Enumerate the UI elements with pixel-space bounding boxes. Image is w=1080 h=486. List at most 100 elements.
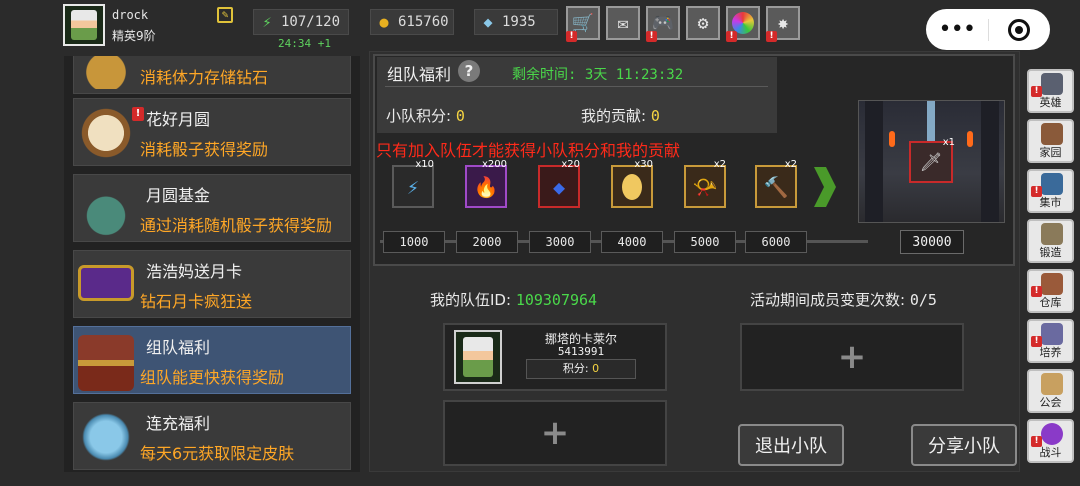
menu-item-diamond-storage[interactable]: 消耗体力存储钻石 [73, 56, 351, 94]
reward-lightning[interactable]: ⚡ x10 [392, 159, 434, 208]
anvil-icon [1041, 223, 1063, 245]
crystal-icon [78, 409, 134, 465]
team-score: 小队积分: 0 [386, 107, 465, 125]
reward-horn[interactable]: 📯 x2 [684, 159, 726, 208]
menu-item-title: 月圆基金 [146, 186, 211, 205]
portal-icon [1041, 423, 1063, 445]
help-icon[interactable]: ? [458, 60, 480, 82]
reward-hammer[interactable]: 🔨 x2 [755, 159, 797, 208]
menu-item-desc: 钻石月卡疯狂送 [140, 292, 253, 311]
gold-counter: ● 615760 [370, 9, 454, 35]
edit-icon[interactable]: ✎ [217, 7, 233, 23]
mail-icon: ✉ [617, 12, 629, 34]
sidebar-label: 集市 [1039, 196, 1062, 209]
sidebar-label: 英雄 [1039, 96, 1062, 109]
settings-button[interactable]: ⚙ [686, 6, 720, 40]
gear-icon: ⚙ [697, 12, 709, 34]
sidebar-label: 家园 [1039, 146, 1062, 159]
reward-flame[interactable]: 🔥 x200 [465, 159, 507, 208]
reward-egg[interactable]: x30 [611, 159, 653, 208]
horn-icon: 📯 [692, 174, 718, 199]
team-id: 我的队伍ID: 109307964 [430, 291, 598, 309]
train-icon [1041, 323, 1063, 345]
threshold-4000: 4000 [601, 231, 663, 253]
threshold-3000: 3000 [529, 231, 591, 253]
player-rank: 精英9阶 [112, 29, 156, 43]
player-avatar[interactable] [63, 4, 105, 46]
sidebar-market[interactable]: ! 集市 [1027, 169, 1074, 213]
sidebar-label: 战斗 [1039, 446, 1062, 459]
sidebar-home[interactable]: 家园 [1027, 119, 1074, 163]
member-id: 5413991 [557, 345, 605, 358]
sidebar-warehouse[interactable]: ! 仓库 [1027, 269, 1074, 313]
egg-icon [622, 173, 642, 200]
sidebar-battle[interactable]: ! 战斗 [1027, 419, 1074, 463]
sidebar-hero[interactable]: ! 英雄 [1027, 69, 1074, 113]
menu-item-title: 浩浩妈送月卡 [146, 262, 243, 281]
sidebar-guild[interactable]: 公会 [1027, 369, 1074, 413]
menu-item-monthly-card[interactable]: 浩浩妈送月卡 钻石月卡疯狂送 [73, 250, 351, 318]
join-team-warning: 只有加入队伍才能获得小队积分和我的贡献 [376, 141, 681, 160]
menu-item-moon-fund[interactable]: 月圆基金 通过消耗随机骰子获得奖励 [73, 174, 351, 242]
add-icon: + [837, 337, 867, 377]
event-menu: 消耗体力存储钻石 ! 花好月圆 消耗骰子获得奖励 月圆基金 通过消耗随机骰子获得… [64, 56, 360, 472]
flame-icon: 🔥 [473, 174, 499, 199]
menu-item-title: 花好月圆 [146, 110, 211, 129]
gem-value: 1935 [502, 14, 536, 30]
threshold-2000: 2000 [456, 231, 518, 253]
warehouse-icon [1041, 273, 1063, 295]
lightning-icon: ⚡ [262, 13, 272, 31]
reward-blue-gem[interactable]: ◆ x20 [538, 159, 580, 208]
card-icon [78, 265, 134, 301]
sidebar-label: 仓库 [1039, 296, 1062, 309]
lightning-icon: ⚡ [406, 174, 420, 199]
stamina-regen: 24:34 +1 [278, 37, 331, 50]
sidebar-forge[interactable]: 锻造 [1027, 219, 1074, 263]
coin-bag-icon [78, 56, 134, 89]
market-icon [1041, 173, 1063, 195]
menu-item-desc: 通过消耗随机骰子获得奖励 [140, 216, 333, 235]
menu-item-desc: 每天6元获取限定皮肤 [140, 444, 295, 463]
hammer-icon: 🔨 [763, 174, 789, 199]
my-contribution: 我的贡献: 0 [581, 107, 660, 125]
divider [385, 86, 768, 87]
sidebar-train[interactable]: ! 培养 [1027, 319, 1074, 363]
member-avatar [454, 330, 502, 384]
wheel-button[interactable]: ! [726, 6, 760, 42]
menu-item-desc: 消耗骰子获得奖励 [140, 140, 269, 159]
share-team-button[interactable]: 分享小队 [911, 424, 1017, 466]
more-options-icon[interactable]: ••• [926, 18, 988, 40]
stamina-counter: ⚡ 107/120 [253, 9, 349, 35]
empty-slot-add[interactable]: + [740, 323, 964, 391]
threshold-1000: 1000 [383, 231, 445, 253]
menu-item-recharge-welfare[interactable]: 连充福利 每天6元获取限定皮肤 [73, 402, 351, 470]
menu-item-desc: 组队能更快获得奖励 [140, 368, 285, 387]
castle-icon [1041, 123, 1063, 145]
player-name: drock [112, 8, 149, 22]
close-miniprogram-icon[interactable] [988, 18, 1050, 41]
blue-gem-icon: ◆ [552, 174, 566, 199]
leave-team-button[interactable]: 退出小队 [738, 424, 844, 466]
menu-item-moon-festival[interactable]: ! 花好月圆 消耗骰子获得奖励 [73, 98, 351, 166]
fireworks-button[interactable]: ✸! [766, 6, 800, 42]
menu-item-title: 连充福利 [146, 414, 211, 433]
alert-icon: ! [132, 107, 144, 121]
menu-item-team-welfare[interactable]: 组队福利 组队能更快获得奖励 [73, 326, 351, 394]
gamepad-button[interactable]: 🎮! [646, 6, 680, 42]
stamina-value: 107/120 [281, 14, 341, 30]
remaining-time: 剩余时间: 3天 11:23:32 [512, 67, 684, 83]
menu-item-title: 组队福利 [146, 338, 211, 357]
sidebar-label: 公会 [1039, 396, 1062, 409]
empty-slot-add[interactable]: + [443, 400, 667, 466]
fireworks-icon: ✸ [777, 12, 789, 34]
shop-button[interactable]: 🛒! [566, 6, 600, 42]
threshold-final: 30000 [900, 230, 964, 254]
next-arrow-icon[interactable] [812, 163, 838, 211]
member-score: 积分: 0 [526, 359, 636, 379]
gem-icon: ◆ [483, 13, 493, 31]
mail-button[interactable]: ✉ [606, 6, 640, 40]
moon-rabbit-icon [78, 105, 134, 161]
grand-reward-item[interactable]: 🗡 x1 [909, 137, 955, 183]
money-bag-icon [78, 181, 134, 237]
panel-title: 组队福利 [387, 65, 452, 84]
